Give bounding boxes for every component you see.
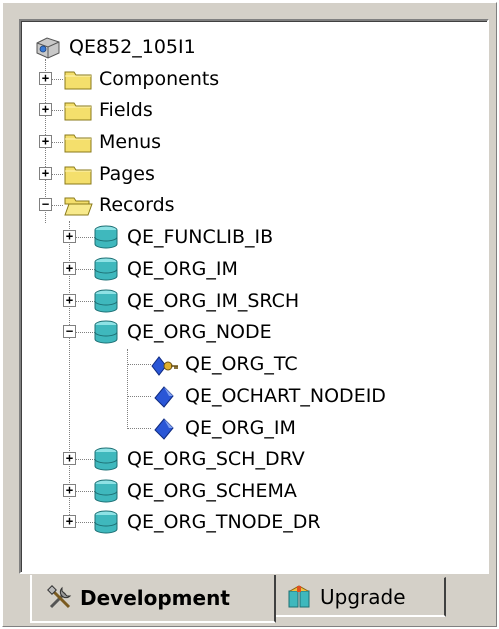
record-label: QE_ORG_SCH_DRV <box>127 448 305 470</box>
record-label: QE_FUNCLIB_IB <box>127 226 274 248</box>
expand-record-button[interactable]: + <box>63 484 76 497</box>
folder-icon <box>64 71 92 90</box>
record-icon <box>94 225 118 249</box>
tools-icon <box>47 585 72 609</box>
tree-root-label: QE852_105I1 <box>69 36 196 58</box>
record-icon <box>94 320 118 344</box>
tree-folder-records[interactable]: Records <box>63 189 175 221</box>
tab-upgrade-label: Upgrade <box>320 584 406 609</box>
field-icon <box>154 418 174 440</box>
tree-root-project[interactable]: QE852_105I1 <box>33 31 196 63</box>
folder-label: Menus <box>99 131 162 153</box>
tab-upgrade[interactable]: Upgrade <box>276 577 446 617</box>
workspace-tabstrip: Development Upgrade <box>19 575 489 627</box>
folder-label: Fields <box>99 99 153 121</box>
tree-folder-fields[interactable]: Fields <box>63 94 153 126</box>
field-label: QE_ORG_TC <box>185 353 298 375</box>
tree-folder-components[interactable]: Components <box>63 63 219 95</box>
tree-field-qe-org-im[interactable]: QE_ORG_IM <box>149 412 296 444</box>
record-label: QE_ORG_SCHEMA <box>127 480 297 502</box>
expand-pages-button[interactable]: + <box>39 167 52 180</box>
field-label: QE_ORG_IM <box>185 417 296 439</box>
expand-fields-button[interactable]: + <box>39 103 52 116</box>
folder-label: Components <box>99 68 220 90</box>
project-tree[interactable]: QE852_105I1 + Components + Fields + Menu… <box>19 19 489 574</box>
tree-record-qe-org-tnode-dr[interactable]: QE_ORG_TNODE_DR <box>91 506 321 538</box>
project-icon <box>36 37 60 59</box>
expand-components-button[interactable]: + <box>39 72 52 85</box>
record-icon <box>94 257 118 281</box>
key-field-icon <box>151 356 178 376</box>
record-icon <box>94 289 118 313</box>
tree-record-qe-org-node[interactable]: QE_ORG_NODE <box>91 316 272 348</box>
collapse-records-button[interactable]: − <box>39 198 52 211</box>
folder-icon <box>64 166 92 185</box>
expand-record-button[interactable]: + <box>63 262 76 275</box>
record-icon <box>94 479 118 503</box>
project-workspace-window: QE852_105I1 + Components + Fields + Menu… <box>0 0 499 629</box>
record-label: QE_ORG_TNODE_DR <box>127 511 321 533</box>
tree-record-qe-org-im-srch[interactable]: QE_ORG_IM_SRCH <box>91 285 299 317</box>
expand-menus-button[interactable]: + <box>39 135 52 148</box>
expand-record-button[interactable]: + <box>63 452 76 465</box>
tree-record-qe-funclib-ib[interactable]: QE_FUNCLIB_IB <box>91 221 273 253</box>
record-label: QE_ORG_NODE <box>127 321 272 343</box>
tab-development-label: Development <box>80 586 230 610</box>
tree-field-qe-org-tc[interactable]: QE_ORG_TC <box>149 348 298 380</box>
tree-record-qe-org-im[interactable]: QE_ORG_IM <box>91 253 238 285</box>
tree-folder-pages[interactable]: Pages <box>63 158 155 190</box>
tab-development[interactable]: Development <box>30 575 276 623</box>
folder-label: Records <box>99 194 175 216</box>
expand-record-button[interactable]: + <box>63 515 76 528</box>
folder-icon <box>64 134 92 153</box>
expand-record-button[interactable]: + <box>63 230 76 243</box>
collapse-record-button[interactable]: − <box>63 325 76 338</box>
record-label: QE_ORG_IM <box>127 258 238 280</box>
field-icon <box>154 386 174 408</box>
folder-label: Pages <box>99 163 155 185</box>
upgrade-icon <box>288 584 310 607</box>
field-label: QE_OCHART_NODEID <box>185 385 386 407</box>
expand-record-button[interactable]: + <box>63 294 76 307</box>
tree-record-qe-org-schema[interactable]: QE_ORG_SCHEMA <box>91 475 297 507</box>
tree-field-qe-ochart-nodeid[interactable]: QE_OCHART_NODEID <box>149 380 386 412</box>
open-folder-icon <box>64 197 93 216</box>
folder-icon <box>64 102 92 121</box>
tree-folder-menus[interactable]: Menus <box>63 126 161 158</box>
record-label: QE_ORG_IM_SRCH <box>127 290 300 312</box>
tree-record-qe-org-sch-drv[interactable]: QE_ORG_SCH_DRV <box>91 443 305 475</box>
record-icon <box>94 510 118 534</box>
record-icon <box>94 447 118 471</box>
